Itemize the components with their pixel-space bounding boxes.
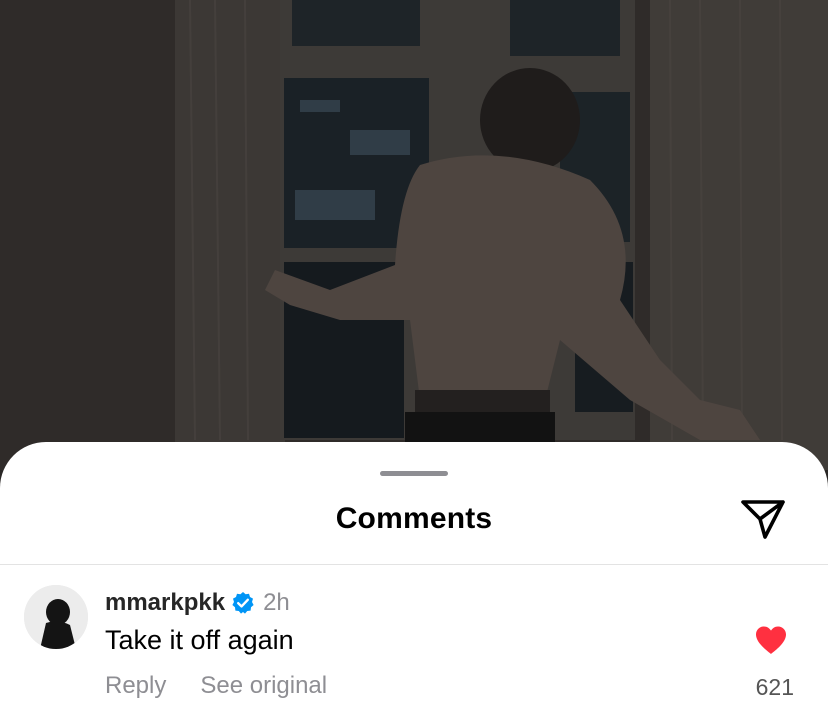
sheet-title: Comments xyxy=(335,502,493,535)
comments-sheet: Comments mmarkpkk 2h Take it off again R… xyxy=(0,442,828,721)
video-scene-image xyxy=(0,0,828,470)
avatar-image xyxy=(24,585,88,649)
comment-item: mmarkpkk 2h Take it off again Reply See … xyxy=(0,565,828,721)
like-button[interactable] xyxy=(748,620,794,660)
like-count: 621 xyxy=(755,674,794,700)
avatar[interactable] xyxy=(24,585,88,649)
reply-button[interactable]: Reply xyxy=(105,672,166,700)
comment-text: Take it off again xyxy=(105,625,294,655)
see-original-button[interactable]: See original xyxy=(200,672,327,700)
send-paper-plane-icon xyxy=(741,500,785,539)
screen: Comments mmarkpkk 2h Take it off again R… xyxy=(0,0,828,721)
comment-username[interactable]: mmarkpkk xyxy=(105,589,225,617)
comment-timestamp: 2h xyxy=(263,589,290,616)
comment-header: mmarkpkk 2h xyxy=(105,589,290,617)
heart-filled-icon xyxy=(756,626,786,654)
share-button[interactable] xyxy=(738,496,788,542)
verified-badge-icon xyxy=(231,591,255,615)
comment-actions: Reply See original xyxy=(105,672,327,700)
background-video-frame[interactable] xyxy=(0,0,828,470)
sheet-grabber-handle[interactable] xyxy=(380,471,448,476)
